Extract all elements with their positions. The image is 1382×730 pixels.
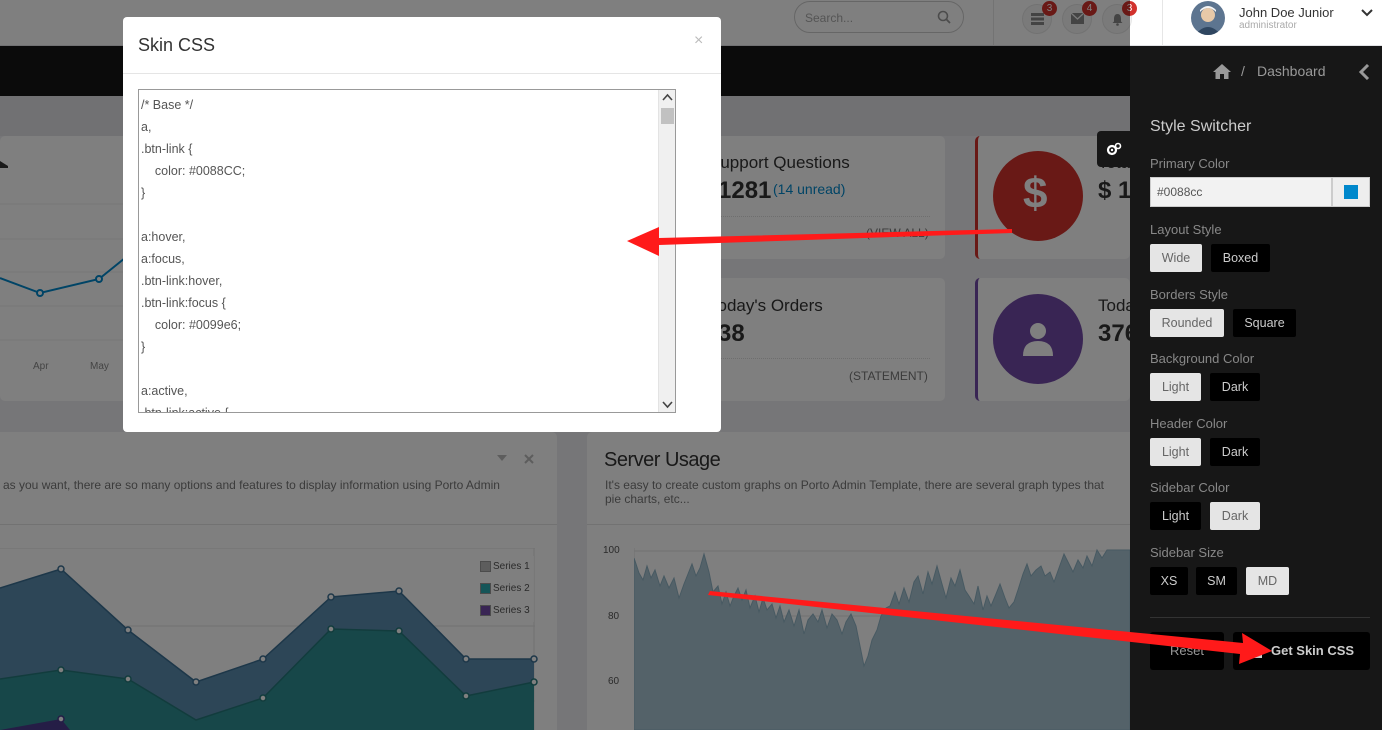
background-light-button[interactable]: Light xyxy=(1150,373,1201,401)
header-light-button[interactable]: Light xyxy=(1150,438,1201,466)
chevron-left-icon[interactable] xyxy=(1358,64,1370,80)
scrollbar-thumb[interactable] xyxy=(661,108,674,124)
chevron-down-icon[interactable] xyxy=(1361,8,1373,18)
background-dark-button[interactable]: Dark xyxy=(1210,373,1260,401)
user-role: administrator xyxy=(1239,20,1297,31)
header-color-label: Header Color xyxy=(1150,416,1228,431)
css-code: /* Base */ a, .btn-link { color: #0088CC… xyxy=(141,98,246,413)
close-icon[interactable]: × xyxy=(694,32,703,50)
sidebar-size-label: Sidebar Size xyxy=(1150,545,1224,560)
sidebar-color-label: Sidebar Color xyxy=(1150,480,1230,495)
color-swatch xyxy=(1344,185,1358,199)
switcher-divider xyxy=(1150,617,1370,618)
sidebar-size-xs-button[interactable]: XS xyxy=(1150,567,1188,595)
user-photo-icon xyxy=(1195,6,1221,35)
avatar[interactable] xyxy=(1191,1,1225,35)
modal-title: Skin CSS xyxy=(138,35,216,55)
reset-button[interactable]: Reset xyxy=(1150,632,1224,670)
user-name[interactable]: John Doe Junior xyxy=(1239,5,1334,20)
borders-style-label: Borders Style xyxy=(1150,287,1229,302)
sidebar-size-md-button[interactable]: MD xyxy=(1246,567,1289,595)
switcher-title: Style Switcher xyxy=(1150,118,1252,135)
layout-style-label: Layout Style xyxy=(1150,222,1222,237)
scrollbar[interactable] xyxy=(658,90,675,412)
breadcrumb-separator: / xyxy=(1241,63,1245,79)
get-skin-css-label: Get Skin CSS xyxy=(1271,643,1355,658)
header-dark-button[interactable]: Dark xyxy=(1210,438,1260,466)
color-picker-button[interactable] xyxy=(1332,177,1370,207)
layout-wide-button[interactable]: Wide xyxy=(1150,244,1202,272)
style-switcher-toggle[interactable] xyxy=(1097,131,1130,167)
modal-divider xyxy=(123,73,721,74)
background-color-label: Background Color xyxy=(1150,351,1255,366)
header-separator xyxy=(1162,0,1163,46)
primary-color-input[interactable] xyxy=(1150,177,1332,207)
borders-square-button[interactable]: Square xyxy=(1233,309,1296,337)
sidebar-light-button[interactable]: Light xyxy=(1150,502,1201,530)
layout-boxed-button[interactable]: Boxed xyxy=(1211,244,1270,272)
scroll-up-icon[interactable] xyxy=(662,93,673,103)
borders-rounded-button[interactable]: Rounded xyxy=(1150,309,1224,337)
home-icon[interactable] xyxy=(1213,64,1231,79)
primary-color-label: Primary Color xyxy=(1150,156,1230,171)
file-icon xyxy=(1251,644,1262,658)
scroll-down-icon[interactable] xyxy=(662,399,673,409)
css-code-textarea[interactable]: /* Base */ a, .btn-link { color: #0088CC… xyxy=(138,89,676,413)
breadcrumb-current: Dashboard xyxy=(1257,63,1326,79)
cogs-icon xyxy=(1106,142,1122,156)
get-skin-css-button[interactable]: Get Skin CSS xyxy=(1233,632,1370,670)
sidebar-dark-button[interactable]: Dark xyxy=(1210,502,1260,530)
sidebar-size-sm-button[interactable]: SM xyxy=(1196,567,1237,595)
